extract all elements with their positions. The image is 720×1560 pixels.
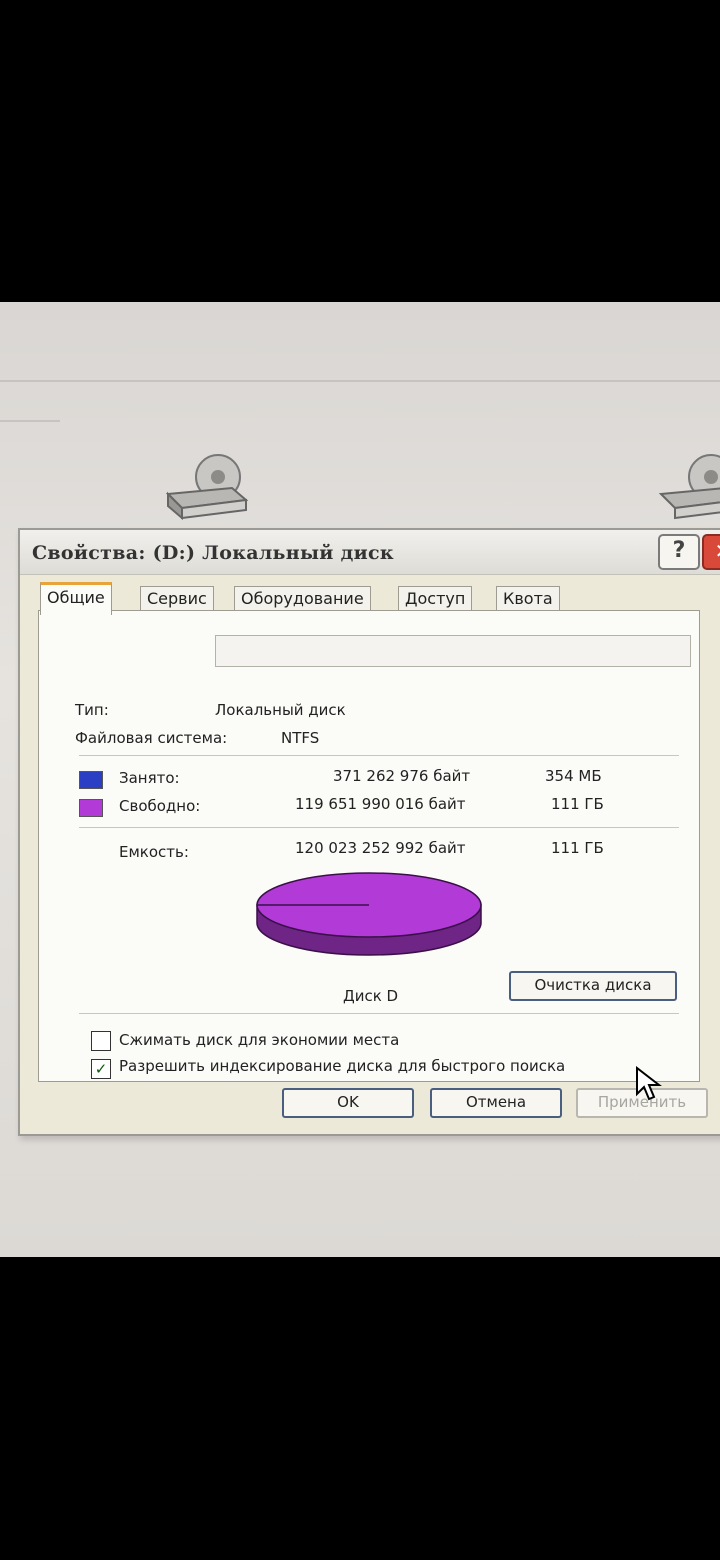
free-size: 111 ГБ	[551, 795, 604, 813]
filesystem-label: Файловая система:	[75, 729, 228, 747]
compress-checkbox[interactable]	[91, 1031, 111, 1051]
help-button[interactable]: ?	[658, 534, 700, 570]
separator	[79, 755, 679, 756]
separator	[79, 1013, 679, 1014]
disk-label: Диск D	[343, 987, 399, 1005]
capacity-bytes: 120 023 252 992 байт	[295, 839, 466, 857]
tab-service[interactable]: Сервис	[140, 586, 214, 611]
separator	[79, 827, 679, 828]
tab-sharing[interactable]: Доступ	[398, 586, 473, 611]
close-button[interactable]: ✕	[702, 534, 720, 570]
tab-general[interactable]: Общие	[40, 582, 112, 615]
free-color-swatch	[79, 799, 103, 817]
tab-quota[interactable]: Квота	[496, 586, 560, 611]
general-panel: Тип: Локальный диск Файловая система: NT…	[38, 610, 700, 1082]
compress-label: Сжимать диск для экономии места	[119, 1031, 400, 1049]
capacity-label: Емкость:	[119, 843, 189, 861]
window-divider	[0, 420, 60, 422]
index-checkbox[interactable]: ✓	[91, 1059, 111, 1079]
used-size: 354 МБ	[545, 767, 602, 785]
capacity-size: 111 ГБ	[551, 839, 604, 857]
type-value: Локальный диск	[215, 701, 346, 719]
disk-cleanup-button[interactable]: Очистка диска	[509, 971, 677, 1001]
photo-background: Свойства: (D:) Локальный диск ? ✕ Общие …	[0, 302, 720, 1257]
free-bytes: 119 651 990 016 байт	[295, 795, 466, 813]
window-divider	[0, 380, 720, 382]
index-label: Разрешить индексирование диска для быстр…	[119, 1057, 566, 1075]
tab-hardware[interactable]: Оборудование	[234, 586, 371, 611]
used-label: Занято:	[119, 769, 180, 787]
drive-icon	[658, 454, 720, 520]
drive-icon	[165, 454, 248, 521]
disk-usage-pie	[256, 872, 482, 956]
dialog-title: Свойства: (D:) Локальный диск	[32, 542, 394, 564]
cancel-button[interactable]: Отмена	[430, 1088, 562, 1118]
mouse-cursor-icon	[636, 1066, 662, 1101]
filesystem-value: NTFS	[281, 729, 320, 747]
dialog-titlebar: Свойства: (D:) Локальный диск ? ✕	[20, 530, 720, 575]
type-label: Тип:	[75, 701, 109, 719]
properties-dialog: Свойства: (D:) Локальный диск ? ✕ Общие …	[18, 528, 720, 1136]
free-label: Свободно:	[119, 797, 201, 815]
used-bytes: 371 262 976 байт	[333, 767, 471, 785]
ok-button[interactable]: OK	[282, 1088, 414, 1118]
volume-name-input[interactable]	[215, 635, 691, 667]
used-color-swatch	[79, 771, 103, 789]
